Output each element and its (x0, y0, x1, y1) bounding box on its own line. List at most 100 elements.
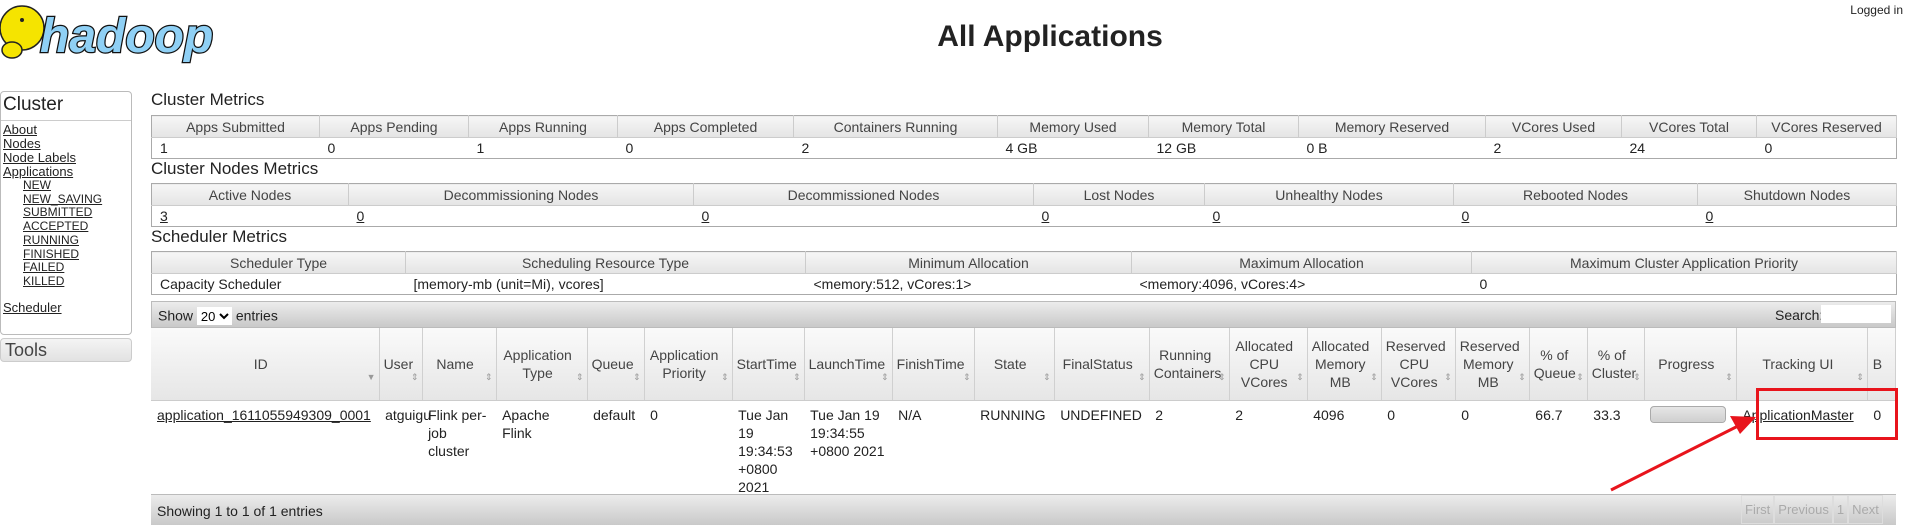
sort-icon[interactable]: ⇕ (1043, 368, 1051, 386)
sidebar-cluster-header[interactable]: Cluster (1, 92, 131, 121)
column-header-label: ID (253, 356, 268, 372)
sort-icon[interactable]: ⇕ (1370, 368, 1378, 386)
sort-icon[interactable]: ⇕ (793, 368, 801, 386)
column-header-finalstatus[interactable]: FinalStatus ⇕ (1054, 328, 1150, 401)
sort-icon[interactable]: ⇕ (1856, 368, 1864, 386)
metric-header: Minimum Allocation (805, 251, 1132, 274)
pager-1[interactable]: 1 (1832, 495, 1849, 524)
column-header-label: Application Priority (649, 347, 719, 381)
nav-state-new[interactable]: NEW (1, 178, 131, 193)
column-header-allocated-memory-mb[interactable]: Allocated Memory MB ⇕ (1307, 328, 1382, 401)
applications-table: ID ▼ User ⇕ Name ⇕ Application Type ⇕ Queue ⇕ Appl… (151, 328, 1897, 501)
nav-state-failed[interactable]: FAILED (1, 261, 131, 275)
column-header-label: Name (436, 356, 474, 372)
nav-node-labels[interactable]: Node Labels (1, 151, 131, 165)
pager-first[interactable]: First (1741, 495, 1775, 524)
metric-link[interactable]: 0 (1706, 208, 1714, 224)
nav-state-finished[interactable]: FINISHED (1, 247, 131, 262)
metric-header: Apps Pending (319, 115, 469, 138)
pager-previous[interactable]: Previous (1774, 495, 1833, 524)
sort-icon[interactable]: ⇕ (881, 368, 889, 386)
metric-link[interactable]: 3 (160, 208, 168, 224)
column-header-running-containers[interactable]: Running Containers ⇕ (1149, 328, 1230, 401)
sort-icon[interactable]: ⇕ (721, 368, 729, 386)
sort-icon[interactable]: ⇕ (1296, 368, 1304, 386)
sort-icon[interactable]: ⇕ (1444, 368, 1452, 386)
column-header-launchtime[interactable]: LaunchTime ⇕ (804, 328, 893, 401)
column-header-label: Tracking UI (1762, 356, 1834, 372)
nav-state-running[interactable]: RUNNING (1, 233, 131, 248)
scheduler-metrics-table: Scheduler Type Scheduling Resource Type Mi… (151, 251, 1897, 295)
column-header-starttime[interactable]: StartTime ⇕ (732, 328, 805, 401)
metric-value: 4 GB (997, 137, 1149, 159)
column-header-application-type[interactable]: Application Type ⇕ (496, 328, 588, 401)
table-cell: 0 (1461, 407, 1470, 423)
metric-link[interactable]: 0 (1042, 208, 1050, 224)
metric-header: Apps Submitted (151, 115, 320, 138)
page-size-select[interactable]: 20 (196, 307, 232, 325)
sort-icon[interactable]: ⇕ (1725, 368, 1733, 386)
column-header-finishtime[interactable]: FinishTime ⇕ (892, 328, 975, 401)
nav-nodes[interactable]: Nodes (1, 137, 131, 151)
sidebar-tools-header[interactable]: Tools (0, 338, 132, 362)
column-header-progress[interactable]: Progress ⇕ (1644, 328, 1737, 401)
application-id-link[interactable]: application_1611055949309_0001 (157, 407, 371, 423)
nav-state-accepted[interactable]: ACCEPTED (1, 219, 131, 234)
sort-icon[interactable]: ⇕ (1518, 368, 1526, 386)
table-cell: Apache Flink (502, 407, 550, 441)
column-header-label: Queue (591, 356, 634, 372)
metric-link[interactable]: 0 (702, 208, 710, 224)
sort-icon[interactable]: ⇕ (485, 368, 493, 386)
column-header-state[interactable]: State ⇕ (974, 328, 1055, 401)
column-header-application-priority[interactable]: Application Priority ⇕ (644, 328, 733, 401)
sort-icon[interactable]: ⇕ (963, 368, 971, 386)
pager-next[interactable]: Next (1848, 495, 1883, 524)
column-header--of-cluster[interactable]: % of Cluster ⇕ (1587, 328, 1645, 401)
sort-icon[interactable]: ⇕ (633, 368, 641, 386)
sort-icon[interactable]: ⇕ (1633, 368, 1641, 386)
column-header-allocated-cpu-vcores[interactable]: Allocated CPU VCores ⇕ (1229, 328, 1308, 401)
metric-header: Maximum Cluster Application Priority (1471, 251, 1897, 274)
nav-applications[interactable]: Applications (1, 165, 131, 179)
sort-icon[interactable]: ⇕ (576, 368, 584, 386)
nav-state-killed[interactable]: KILLED (1, 274, 131, 289)
column-header-queue[interactable]: Queue ⇕ (587, 328, 645, 401)
metric-value: 0 (348, 205, 694, 227)
metric-link[interactable]: 0 (1213, 208, 1221, 224)
column-header-label: Progress (1658, 356, 1715, 372)
column-header-name[interactable]: Name ⇕ (422, 328, 497, 401)
nav-state-submitted[interactable]: SUBMITTED (1, 206, 131, 220)
column-header--of-queue[interactable]: % of Queue ⇕ (1529, 328, 1588, 401)
metric-header: Maximum Allocation (1131, 251, 1472, 274)
sort-icon[interactable]: ⇕ (1576, 368, 1584, 386)
nav-scheduler[interactable]: Scheduler (1, 300, 131, 315)
nav-about[interactable]: About (1, 123, 131, 137)
metric-link[interactable]: 0 (357, 208, 365, 224)
column-header-reserved-cpu-vcores[interactable]: Reserved CPU VCores ⇕ (1381, 328, 1456, 401)
metric-value: Capacity Scheduler (151, 273, 406, 295)
sort-desc-icon[interactable]: ▼ (367, 368, 376, 386)
table-cell: RUNNING (980, 407, 1046, 423)
scheduler-metrics-title: Scheduler Metrics (151, 227, 288, 246)
search-input[interactable] (1821, 305, 1891, 323)
metric-header: Memory Total (1148, 115, 1299, 138)
column-header-label: FinalStatus (1062, 356, 1133, 372)
metric-header: Active Nodes (151, 183, 349, 206)
table-cell: Tue Jan 19 19:34:53 +0800 2021 (738, 407, 793, 495)
nav-state-new_saving[interactable]: NEW_SAVING (1, 192, 131, 207)
column-header-label: B (1872, 356, 1883, 372)
metric-link[interactable]: 0 (1462, 208, 1470, 224)
column-header-reserved-memory-mb[interactable]: Reserved Memory MB ⇕ (1455, 328, 1530, 401)
sort-icon[interactable]: ⇕ (1218, 368, 1226, 386)
column-header-id[interactable]: ID ▼ (151, 328, 380, 401)
metric-value: 0 (693, 205, 1034, 227)
sort-icon[interactable]: ⇕ (411, 368, 419, 386)
highlight-box-annotation (1756, 388, 1898, 440)
sort-icon[interactable]: ⇕ (1138, 368, 1146, 386)
table-footer: Showing 1 to 1 of 1 entries First Previou… (151, 494, 1896, 525)
metric-value: 0 (617, 137, 794, 159)
entries-label: entries (235, 307, 278, 324)
table-cell: 4096 (1313, 407, 1345, 423)
column-header-user[interactable]: User ⇕ (379, 328, 423, 401)
table-cell: N/A (898, 407, 922, 423)
